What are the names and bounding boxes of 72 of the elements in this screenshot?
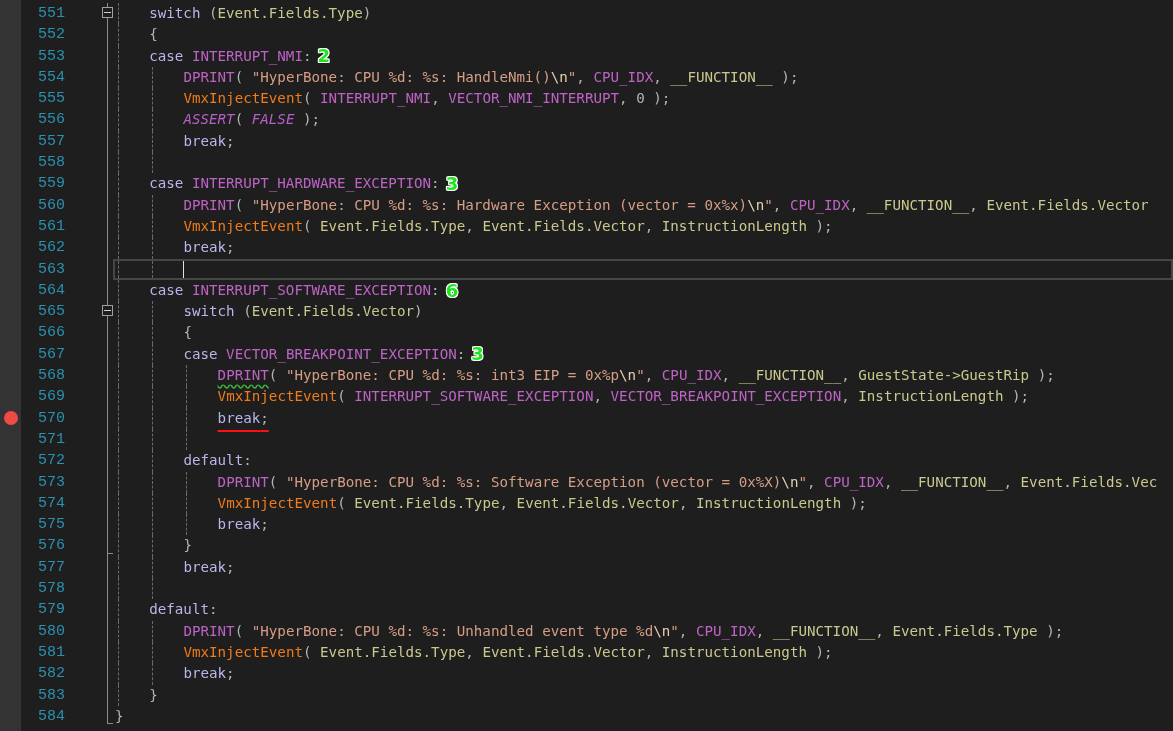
line-number: 576 — [37, 536, 65, 557]
line-number: 571 — [37, 429, 65, 450]
code-line: VmxInjectEvent( INTERRUPT_SOFTWARE_EXCEPTION, VECTOR_BREAKPOINT_EXCEPTION, InstructionLength ); — [217, 387, 1030, 407]
line-number: 565 — [37, 302, 65, 323]
code-line: VmxInjectEvent( INTERRUPT_NMI, VECTOR_NMI_INTERRUPT, 0 ); — [183, 89, 671, 109]
code-line: VmxInjectEvent( Event.Fields.Type, Event.Fields.Vector, InstructionLength ); — [183, 216, 833, 236]
code-line: } — [149, 685, 158, 705]
code-line: } — [183, 536, 192, 556]
line-number: 581 — [37, 642, 65, 663]
line-number: 556 — [37, 110, 65, 131]
line-number: 564 — [37, 280, 65, 301]
code-line: break; — [183, 664, 235, 684]
line-number: 584 — [37, 706, 65, 727]
code-line: break; — [183, 557, 235, 577]
code-line: break; — [183, 238, 235, 258]
line-number: 563 — [37, 259, 65, 280]
line-number: 578 — [37, 579, 65, 599]
line-number: 572 — [37, 451, 65, 472]
line-number: 575 — [37, 515, 65, 536]
code-line: break; — [217, 515, 269, 535]
line-number: 580 — [37, 621, 65, 642]
step-number: 6 — [445, 280, 459, 301]
code-line: DPRINT( "HyperBone: CPU %d: %s: HandleNmi()\n", CPU_IDX, __FUNCTION__ ); — [183, 67, 799, 88]
line-number: 566 — [37, 323, 65, 344]
line-number: 568 — [37, 366, 65, 387]
line-number: 573 — [37, 472, 65, 493]
step-number: 2 — [317, 46, 331, 67]
code-line: { — [183, 323, 192, 343]
code-line: default: — [149, 600, 218, 620]
line-number: 555 — [37, 89, 65, 110]
line-number: 579 — [37, 600, 65, 621]
code-line: DPRINT( "HyperBone: CPU %d: %s: Hardware Exception (vector = 0x%x)\n", CPU_IDX, __FUNCTION__, Event.Fields.Vector — [183, 195, 1149, 216]
code-line: DPRINT( "HyperBone: CPU %d: %s: int3 EIP = 0x%p\n", CPU_IDX, __FUNCTION__, GuestState->GuestRip ); — [217, 366, 1055, 386]
line-number: 552 — [37, 25, 65, 46]
code-line: case INTERRUPT_SOFTWARE_EXCEPTION: — [149, 280, 440, 301]
code-line: case VECTOR_BREAKPOINT_EXCEPTION: — [183, 344, 466, 365]
code-line: default: — [183, 451, 252, 471]
line-number: 558 — [37, 153, 65, 174]
step-number: 3 — [471, 344, 484, 365]
code-line: break; — [217, 408, 269, 428]
code-line: VmxInjectEvent( Event.Fields.Type, Event.Fields.Vector, InstructionLength ); — [183, 642, 833, 662]
step-number: 3 — [445, 174, 459, 194]
collapse-toggle[interactable] — [102, 7, 113, 18]
line-number: 561 — [37, 216, 65, 237]
line-number: 560 — [37, 195, 65, 216]
code-line: ASSERT( FALSE ); — [183, 110, 321, 130]
text-cursor — [183, 260, 185, 278]
code-line: break; — [183, 131, 235, 151]
line-number: 570 — [37, 408, 65, 429]
line-number: 577 — [37, 557, 65, 578]
line-number: 567 — [37, 344, 65, 365]
line-number: 582 — [37, 664, 65, 685]
line-number: 574 — [37, 493, 65, 514]
line-number: 569 — [37, 387, 65, 408]
code-line: VmxInjectEvent( Event.Fields.Type, Event.Fields.Vector, InstructionLength ); — [217, 493, 867, 513]
line-number: 554 — [37, 67, 65, 88]
code-line: switch (Event.Fields.Type) — [149, 4, 372, 23]
line-number: 557 — [37, 131, 65, 152]
code-line: switch (Event.Fields.Vector) — [183, 302, 423, 322]
code-line: case INTERRUPT_NMI: — [149, 46, 312, 67]
collapse-toggle[interactable] — [102, 305, 113, 317]
breakpoint-icon[interactable] — [3, 411, 18, 426]
code-line: DPRINT( "HyperBone: CPU %d: %s: Software Exception (vector = 0x%X)\n", CPU_IDX, __FUNCTION__, Event.Fields.Vec — [217, 472, 1158, 493]
code-line: } — [115, 706, 124, 726]
line-number: 551 — [37, 4, 65, 24]
code-line: DPRINT( "HyperBone: CPU %d: %s: Unhandled event type %d\n", CPU_IDX, __FUNCTION__, Event.Fields.Type ); — [183, 621, 1064, 642]
line-number: 559 — [37, 174, 65, 195]
code-line: { — [149, 25, 158, 45]
line-number: 553 — [37, 46, 65, 67]
line-number: 583 — [37, 685, 65, 706]
line-number: 562 — [37, 238, 65, 259]
code-line: case INTERRUPT_HARDWARE_EXCEPTION: — [149, 174, 440, 194]
